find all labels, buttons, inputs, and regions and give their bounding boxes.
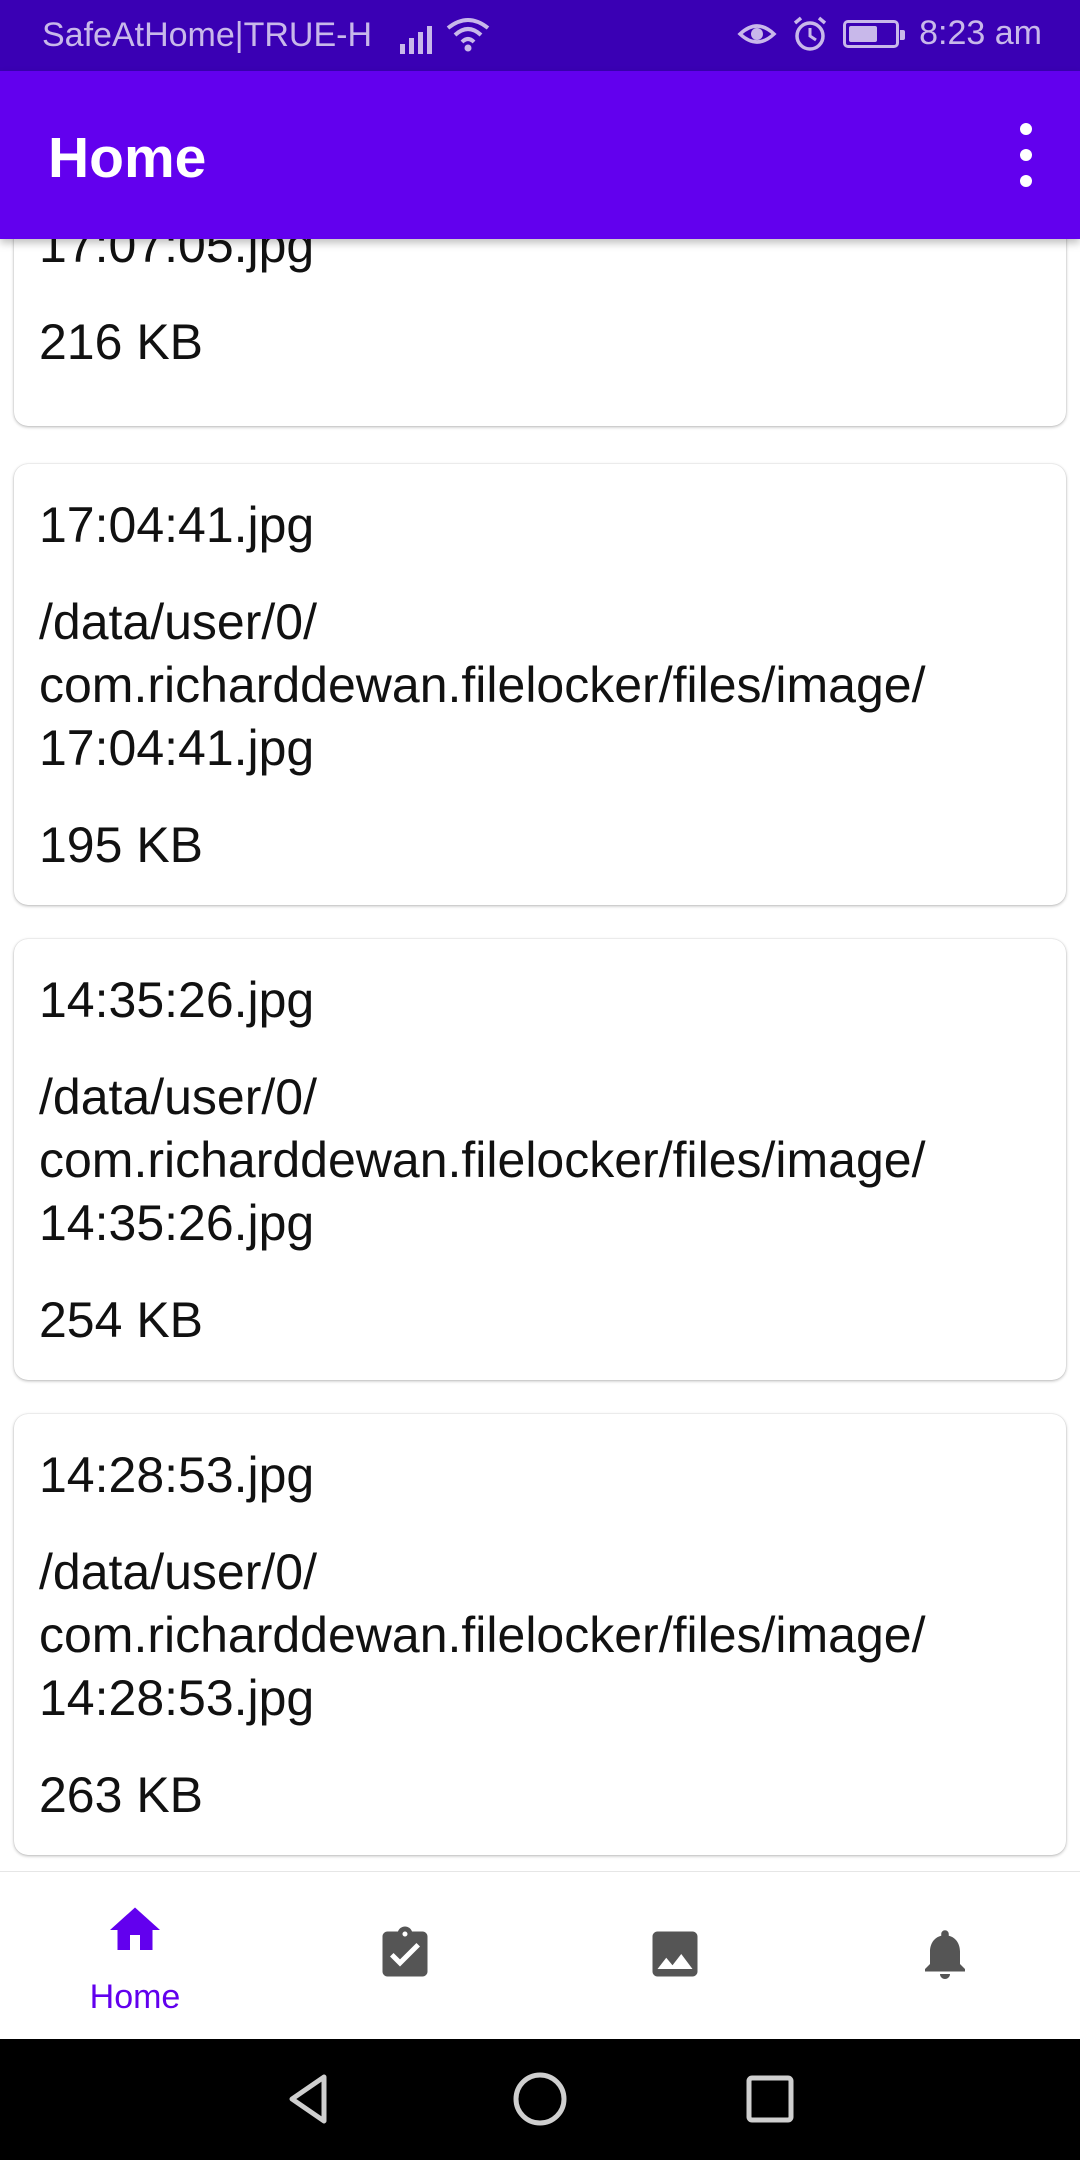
file-path-line: com.richarddewan.filelocker/files/image/ <box>39 1607 926 1663</box>
file-size: 263 KB <box>39 1767 204 1823</box>
more-vert-icon[interactable] <box>1006 123 1046 187</box>
file-path-line: /data/user/0/ <box>39 594 317 650</box>
file-name: 14:28:53.jpg <box>39 1447 315 1503</box>
bell-icon <box>925 1930 965 1979</box>
app-bar: Home <box>0 71 1080 239</box>
bottom-navigation: Home <box>0 1871 1080 2039</box>
file-card[interactable]: 14:35:26.jpg /data/user/0/ com.richardde… <box>14 939 1066 1380</box>
nav-item-notifications[interactable] <box>810 1872 1080 2040</box>
battery-icon <box>843 19 906 48</box>
file-path-line: 14:28:53.jpg <box>39 1670 315 1726</box>
file-path-line: /data/user/0/ <box>39 1544 317 1600</box>
file-size: 254 KB <box>39 1292 204 1348</box>
nav-item-tasks[interactable] <box>270 1872 540 2040</box>
file-path-line: 17:04:41.jpg <box>39 720 315 776</box>
file-path-line: /data/user/0/ <box>39 1069 317 1125</box>
file-card[interactable]: 17:04:41.jpg /data/user/0/ com.richardde… <box>14 464 1066 905</box>
back-icon[interactable] <box>280 2069 340 2129</box>
carrier-name: SafeAtHome|TRUE-H <box>42 16 373 54</box>
file-name: 17:04:41.jpg <box>39 497 315 553</box>
signal-icon <box>400 18 432 54</box>
status-bar: SafeAtHome|TRUE-H 8:23 am <box>0 0 1080 71</box>
wifi-icon <box>446 18 490 52</box>
file-list[interactable]: 17:07:05.jpg 216 KB 17:04:41.jpg /data/u… <box>0 239 1080 1871</box>
file-path-line: com.richarddewan.filelocker/files/image/ <box>39 657 926 713</box>
home-icon <box>110 1907 160 1950</box>
nav-item-home[interactable]: Home <box>0 1872 270 2040</box>
page-title: Home <box>48 126 207 190</box>
clock-time: 8:23 am <box>919 14 1042 52</box>
file-size: 195 KB <box>39 817 204 873</box>
eye-comfort-icon <box>737 23 777 44</box>
file-card[interactable]: 14:28:53.jpg /data/user/0/ com.richardde… <box>14 1414 1066 1855</box>
nav-item-label: Home <box>89 1978 181 2016</box>
file-size: 216 KB <box>39 314 204 370</box>
system-navigation-bar <box>0 2039 1080 2160</box>
assignment-check-icon <box>382 1926 428 1977</box>
image-icon <box>652 1931 698 1977</box>
recents-icon[interactable] <box>740 2069 800 2129</box>
home-circle-icon[interactable] <box>510 2069 570 2129</box>
nav-item-images[interactable] <box>540 1872 810 2040</box>
file-path-line: 14:35:26.jpg <box>39 1195 315 1251</box>
file-name: 14:35:26.jpg <box>39 972 315 1028</box>
file-path-line: com.richarddewan.filelocker/files/image/ <box>39 1132 926 1188</box>
file-path-tail: 17:07:05.jpg <box>39 239 315 273</box>
file-card[interactable]: 17:07:05.jpg 216 KB <box>14 239 1066 426</box>
alarm-icon <box>794 16 827 51</box>
